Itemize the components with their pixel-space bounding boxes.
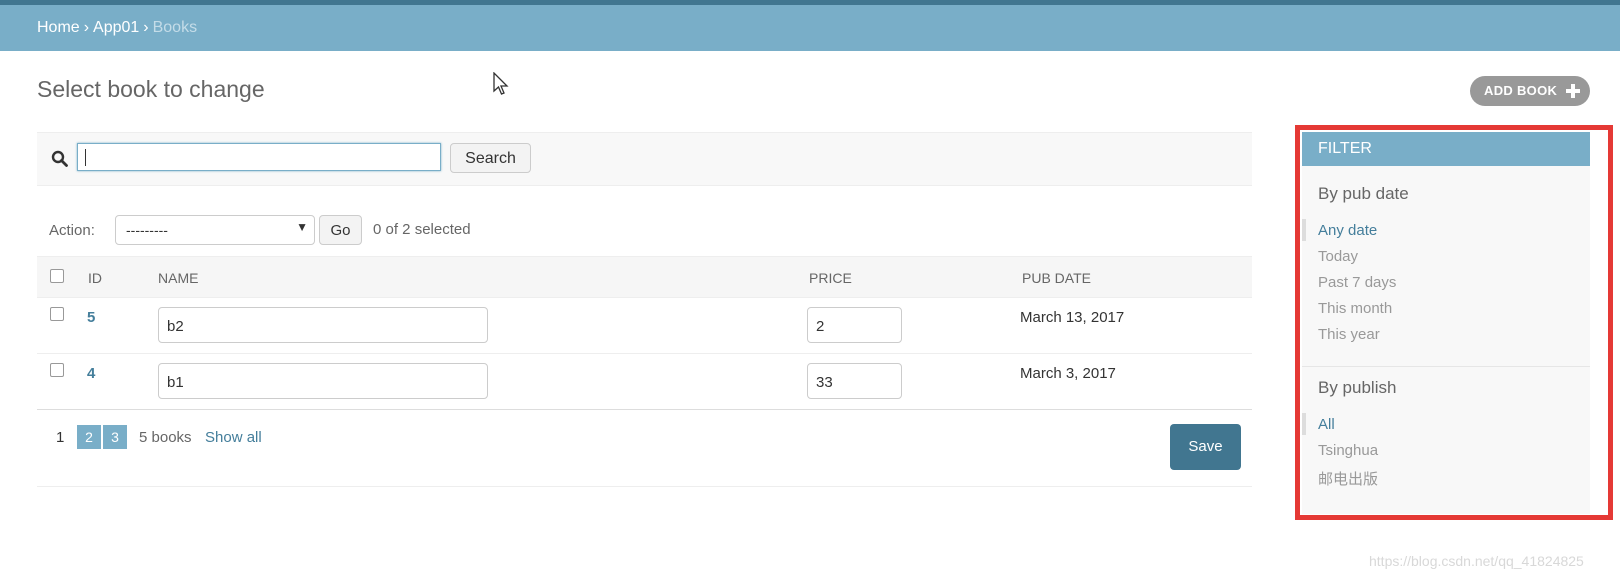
search-toolbar: Search [37,132,1252,186]
watermark: https://blog.csdn.net/qq_41824825 [1369,553,1584,569]
result-count: 5 books [139,429,192,446]
plus-icon [1566,84,1580,98]
breadcrumb-separator: › [143,19,149,36]
action-label: Action: [49,222,95,239]
show-all-link[interactable]: Show all [205,429,262,446]
highlight-box [1295,125,1613,520]
column-header-name[interactable]: NAME [158,270,198,286]
add-book-label: ADD BOOK [1484,83,1558,98]
paginator: 1 2 3 5 books Show all Save [37,409,1252,487]
page-link-2[interactable]: 2 [77,425,101,449]
action-select[interactable]: --------- ▼ [115,215,315,245]
row-checkbox[interactable] [50,307,64,321]
column-header-price[interactable]: PRICE [809,270,852,286]
row-checkbox[interactable] [50,363,64,377]
current-page: 1 [56,429,65,446]
add-book-button[interactable]: ADD BOOK [1470,76,1590,106]
page-title: Select book to change [37,76,265,102]
column-header-pub-date[interactable]: PUB DATE [1022,270,1091,286]
search-button[interactable]: Search [450,143,531,173]
name-input[interactable]: b2 [158,307,488,343]
breadcrumb: Home › App01 › Books [0,5,1620,51]
selection-counter: 0 of 2 selected [373,221,471,238]
go-button[interactable]: Go [319,215,362,245]
breadcrumb-current: Books [152,19,198,36]
row-id-link[interactable]: 5 [87,309,95,326]
column-header-id[interactable]: ID [88,270,102,286]
table-row: 5 b2 2 March 13, 2017 [37,297,1252,354]
pub-date-value: March 13, 2017 [1020,309,1125,326]
search-input[interactable] [77,143,441,171]
action-select-value: --------- [126,222,168,238]
page-link-3[interactable]: 3 [103,425,127,449]
table-header: ID NAME PRICE PUB DATE [37,256,1252,298]
save-button[interactable]: Save [1170,424,1241,470]
pub-date-value: March 3, 2017 [1020,365,1116,382]
price-input[interactable]: 2 [807,307,902,343]
mouse-cursor-icon [493,72,509,95]
breadcrumb-app[interactable]: App01 [93,19,139,36]
select-all-checkbox[interactable] [50,269,64,283]
name-input[interactable]: b1 [158,363,488,399]
table-row: 4 b1 33 March 3, 2017 [37,353,1252,410]
price-input[interactable]: 33 [807,363,902,399]
actions-bar: Action: --------- ▼ Go 0 of 2 selected [37,212,1252,254]
dropdown-arrow-icon: ▼ [296,220,308,234]
breadcrumb-home[interactable]: Home [37,19,80,36]
row-id-link[interactable]: 4 [87,365,95,382]
text-caret [85,149,86,166]
breadcrumb-separator: › [83,19,90,36]
search-icon [51,150,68,167]
